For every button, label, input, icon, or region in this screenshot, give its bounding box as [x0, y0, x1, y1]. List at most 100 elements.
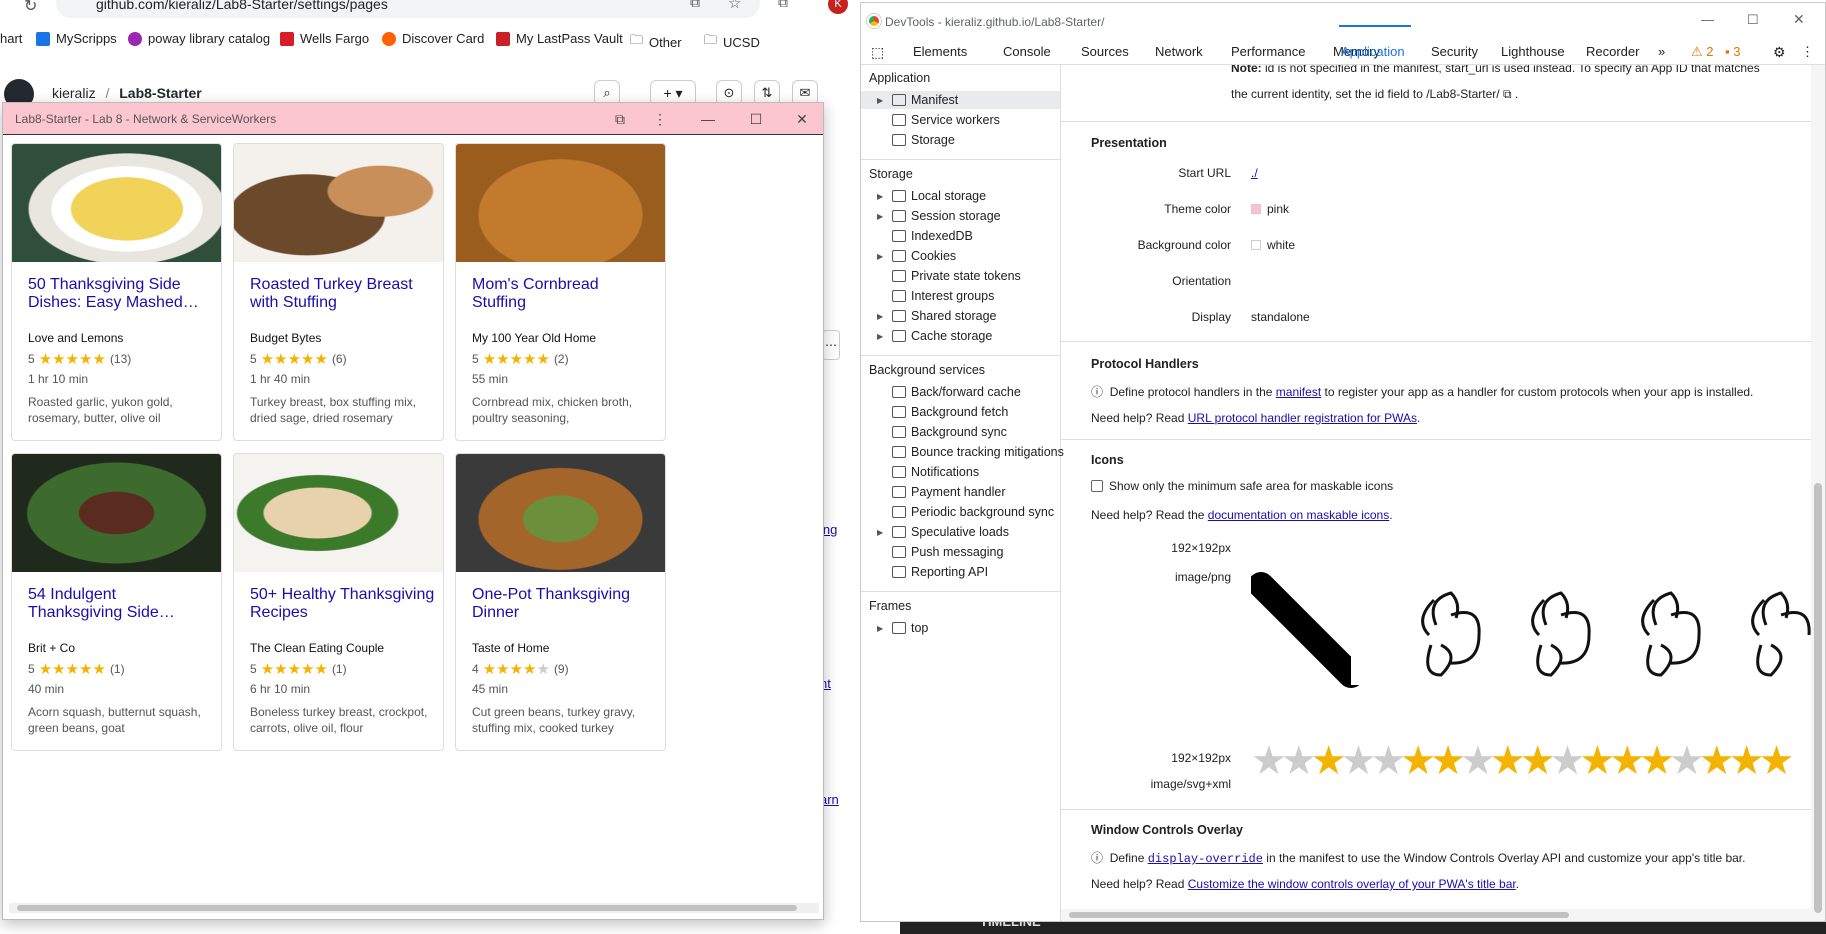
customize-menu-icon[interactable]: ⋮	[1801, 44, 1814, 60]
bookmark-star-icon[interactable]: ☆	[728, 0, 741, 12]
recipe-card[interactable]: Mom's Cornbread Stuffing My 100 Year Old …	[455, 143, 666, 441]
tab-lighthouse[interactable]: Lighthouse	[1501, 44, 1565, 59]
sidebar-item-top[interactable]: ▶ top	[877, 619, 928, 637]
sidebar-item-bounce-tracking-mitigations[interactable]: Bounce tracking mitigations	[877, 443, 1064, 461]
recipe-rating: 5 ★★★★★ (2)	[472, 351, 569, 368]
issues-badge[interactable]: ▪ 3	[1725, 44, 1740, 59]
warnings-badge[interactable]: ⚠ 2	[1691, 44, 1714, 60]
maskable-docs-link[interactable]: documentation on maskable icons	[1208, 508, 1389, 522]
inspect-element-icon[interactable]: ⬚	[871, 44, 884, 61]
expand-arrow-icon[interactable]: ▶	[877, 96, 887, 105]
sidebar-item-background-sync[interactable]: Background sync	[877, 423, 1007, 441]
sidebar-item-periodic-background-sync[interactable]: Periodic background sync	[877, 503, 1054, 521]
sidebar-item-push-messaging[interactable]: Push messaging	[877, 543, 1003, 561]
svg-icon-preview: ★★★★★★★★★★★★★★★★★★	[1251, 741, 1811, 781]
settings-gear-icon[interactable]: ⚙	[1773, 44, 1786, 61]
copy-icon[interactable]: ⧉	[1503, 87, 1512, 101]
more-tabs-icon[interactable]: »	[1658, 44, 1665, 59]
protocol-help-link[interactable]: URL protocol handler registration for PW…	[1188, 411, 1417, 425]
recipe-card[interactable]: 54 Indulgent Thanksgiving Side… Brit + Co…	[11, 453, 222, 751]
app-menu-icon[interactable]: ⋮	[647, 107, 673, 131]
close-icon[interactable]: ✕	[1793, 11, 1805, 28]
sidebar-item-interest-groups[interactable]: Interest groups	[877, 287, 994, 305]
recipe-title[interactable]: 54 Indulgent Thanksgiving Side…	[28, 586, 213, 622]
sidebar-item-reporting-api[interactable]: Reporting API	[877, 563, 988, 581]
bookmark-item[interactable]: hart	[0, 31, 22, 46]
recipe-card[interactable]: Roasted Turkey Breast with Stuffing Budge…	[233, 143, 444, 441]
start-url-link[interactable]: ./	[1251, 166, 1258, 180]
more-options-button[interactable]: ⋯	[822, 330, 840, 360]
background-color-swatch	[1251, 240, 1261, 250]
bookmark-item[interactable]: My LastPass Vault	[496, 31, 623, 46]
sidebar-item-cache-storage[interactable]: ▶ Cache storage	[877, 327, 992, 345]
tab-security[interactable]: Security	[1431, 44, 1478, 59]
close-icon[interactable]: ✕	[789, 107, 815, 131]
recipe-title[interactable]: 50 Thanksgiving Side Dishes: Easy Mashed…	[28, 276, 213, 312]
sidebar-item-notifications[interactable]: Notifications	[877, 463, 979, 481]
tab-performance[interactable]: Performance	[1231, 44, 1305, 59]
tab-network[interactable]: Network	[1155, 44, 1203, 59]
sidebar-item-indexeddb[interactable]: IndexedDB	[877, 227, 973, 245]
sidebar-item-speculative-loads[interactable]: ▶ Speculative loads	[877, 523, 1009, 541]
bookmark-item[interactable]: MyScripps	[36, 31, 117, 46]
scrollbar-thumb[interactable]	[1814, 483, 1822, 913]
reload-icon[interactable]: ↻	[24, 0, 37, 16]
tab-sources[interactable]: Sources	[1081, 44, 1129, 59]
recipe-title[interactable]: Mom's Cornbread Stuffing	[472, 276, 657, 312]
recipe-source: My 100 Year Old Home	[472, 331, 597, 345]
scrollbar-thumb[interactable]	[17, 905, 797, 911]
sidebar-item-service-workers[interactable]: Service workers	[877, 111, 1000, 129]
sidebar-item-cookies[interactable]: ▶ Cookies	[877, 247, 956, 265]
recipe-card[interactable]: 50+ Healthy Thanksgiving Recipes The Clea…	[233, 453, 444, 751]
recipe-title[interactable]: Roasted Turkey Breast with Stuffing	[250, 276, 435, 312]
sidebar-item-shared-storage[interactable]: ▶ Shared storage	[877, 307, 996, 325]
expand-arrow-icon[interactable]: ▶	[877, 192, 887, 201]
maximize-icon[interactable]: ☐	[1747, 12, 1759, 28]
storage-icon	[892, 270, 906, 282]
bookmark-folder[interactable]: 🗀 Other	[630, 31, 682, 53]
breadcrumb-owner[interactable]: kieraliz	[52, 85, 96, 101]
recipe-card[interactable]: One-Pot Thanksgiving Dinner Taste of Home…	[455, 453, 666, 751]
extensions-icon[interactable]: ⧉	[778, 0, 788, 11]
lastpass-icon	[496, 31, 510, 46]
expand-arrow-icon[interactable]: ▶	[877, 528, 887, 537]
sidebar-item-payment-handler[interactable]: Payment handler	[877, 483, 1006, 501]
bookmark-folder[interactable]: 🗀 UCSD	[704, 31, 760, 53]
bookmark-item[interactable]: Discover Card	[382, 31, 484, 46]
tab-elements[interactable]: Elements	[913, 44, 967, 59]
sidebar-item-private-state-tokens[interactable]: Private state tokens	[877, 267, 1021, 285]
sidebar-item-back-forward-cache[interactable]: Back/forward cache	[877, 383, 1021, 401]
tab-console[interactable]: Console	[1003, 44, 1051, 59]
expand-arrow-icon[interactable]: ▶	[877, 332, 887, 341]
tab-application[interactable]: Application	[1341, 44, 1405, 59]
address-bar[interactable]: github.com/kieraliz/Lab8-Starter/setting…	[56, 0, 760, 18]
bookmark-item[interactable]: Wells Fargo	[280, 31, 369, 46]
manifest-link[interactable]: manifest	[1276, 385, 1321, 399]
install-app-icon[interactable]: ⧉	[690, 0, 700, 11]
turkey-icon	[1248, 572, 1811, 688]
sidebar-item-manifest[interactable]: ▶ Manifest	[861, 91, 1060, 109]
sidebar-item-storage[interactable]: Storage	[877, 131, 955, 149]
breadcrumb-repo[interactable]: Lab8-Starter	[119, 85, 201, 101]
scrollbar-thumb[interactable]	[1069, 912, 1569, 918]
minimize-icon[interactable]: —	[695, 107, 721, 131]
expand-arrow-icon[interactable]: ▶	[877, 212, 887, 221]
app-extensions-icon[interactable]: ⧉	[607, 107, 633, 131]
recipe-title[interactable]: 50+ Healthy Thanksgiving Recipes	[250, 586, 435, 622]
maskable-checkbox[interactable]	[1091, 480, 1103, 492]
recipe-source: Budget Bytes	[250, 331, 322, 345]
expand-arrow-icon[interactable]: ▶	[877, 624, 887, 633]
display-override-link[interactable]: display-override	[1148, 852, 1263, 866]
recipe-title[interactable]: One-Pot Thanksgiving Dinner	[472, 586, 657, 622]
maximize-icon[interactable]: ☐	[743, 107, 769, 131]
expand-arrow-icon[interactable]: ▶	[877, 252, 887, 261]
expand-arrow-icon[interactable]: ▶	[877, 312, 887, 321]
sidebar-item-session-storage[interactable]: ▶ Session storage	[877, 207, 1001, 225]
recipe-card[interactable]: 50 Thanksgiving Side Dishes: Easy Mashed…	[11, 143, 222, 441]
sidebar-item-local-storage[interactable]: ▶ Local storage	[877, 187, 986, 205]
tab-recorder[interactable]: Recorder	[1586, 44, 1639, 59]
minimize-icon[interactable]: —	[1701, 12, 1714, 27]
sidebar-item-background-fetch[interactable]: Background fetch	[877, 403, 1008, 421]
bookmark-item[interactable]: poway library catalog	[128, 31, 270, 46]
wco-help-link[interactable]: Customize the window controls overlay of…	[1188, 877, 1516, 891]
